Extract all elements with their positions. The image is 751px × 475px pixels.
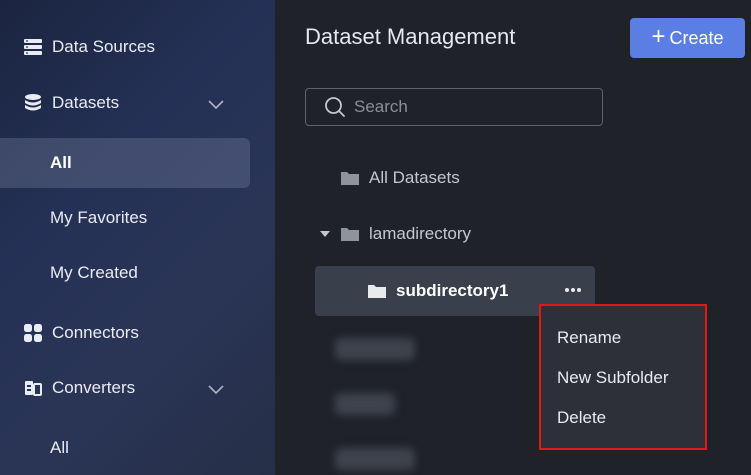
tree-item-label: lamadirectory	[369, 224, 472, 243]
sidebar-item-data-sources[interactable]: Data Sources	[0, 22, 275, 72]
sidebar-item-label: Datasets	[52, 93, 120, 112]
plus-icon: +	[651, 23, 666, 50]
sidebar-item-converters[interactable]: Converters	[0, 363, 275, 413]
blurred-tree-item	[335, 338, 415, 360]
sidebar: Data Sources Datasets All My Favorites M…	[0, 0, 275, 475]
blurred-tree-item	[335, 448, 415, 470]
tree-item-all-datasets[interactable]: All Datasets	[340, 163, 460, 193]
sidebar-item-label: Converters	[52, 378, 136, 397]
database-list-icon	[23, 37, 43, 57]
more-options-icon[interactable]	[563, 283, 583, 297]
sidebar-item-my-favorites[interactable]: My Favorites	[0, 193, 275, 243]
folder-icon	[341, 228, 359, 241]
create-button[interactable]: + Create	[630, 18, 745, 58]
tree-item-lamadirectory[interactable]: lamadirectory	[319, 219, 471, 249]
sidebar-item-connectors[interactable]: Connectors	[0, 308, 275, 358]
sidebar-item-converters-all[interactable]: All	[0, 423, 275, 473]
sidebar-item-label: Connectors	[52, 323, 139, 342]
dataset-stack-icon	[23, 93, 43, 113]
connector-grid-icon	[23, 323, 43, 343]
sidebar-item-label: All	[50, 153, 72, 172]
menu-item-new-subfolder[interactable]: New Subfolder	[557, 368, 669, 388]
caret-down-icon[interactable]	[319, 229, 331, 239]
folder-icon	[341, 172, 359, 185]
converter-icon	[23, 378, 43, 398]
sidebar-item-label: My Created	[50, 263, 138, 282]
context-menu: Rename New Subfolder Delete	[539, 304, 707, 450]
chevron-down-icon[interactable]	[207, 380, 225, 395]
sidebar-item-datasets-all[interactable]: All	[0, 138, 250, 188]
search-icon	[324, 96, 346, 118]
tree-item-label: subdirectory1	[396, 281, 509, 300]
sidebar-item-label: Data Sources	[52, 37, 155, 56]
search-box[interactable]	[305, 88, 603, 126]
create-button-label: Create	[669, 27, 724, 48]
page-title: Dataset Management	[305, 24, 516, 49]
tree-item-label: All Datasets	[369, 168, 460, 187]
sidebar-item-datasets[interactable]: Datasets	[0, 78, 275, 128]
sidebar-item-label: My Favorites	[50, 208, 148, 227]
tree-item-subdirectory1-content[interactable]: subdirectory1	[367, 276, 508, 306]
menu-item-delete[interactable]: Delete	[557, 408, 606, 428]
menu-item-rename[interactable]: Rename	[557, 328, 621, 348]
folder-icon	[368, 285, 386, 298]
blurred-tree-item	[335, 393, 395, 415]
search-input[interactable]	[352, 96, 596, 118]
sidebar-item-label: All	[50, 438, 69, 457]
sidebar-item-my-created[interactable]: My Created	[0, 248, 275, 298]
chevron-down-icon[interactable]	[207, 95, 225, 110]
